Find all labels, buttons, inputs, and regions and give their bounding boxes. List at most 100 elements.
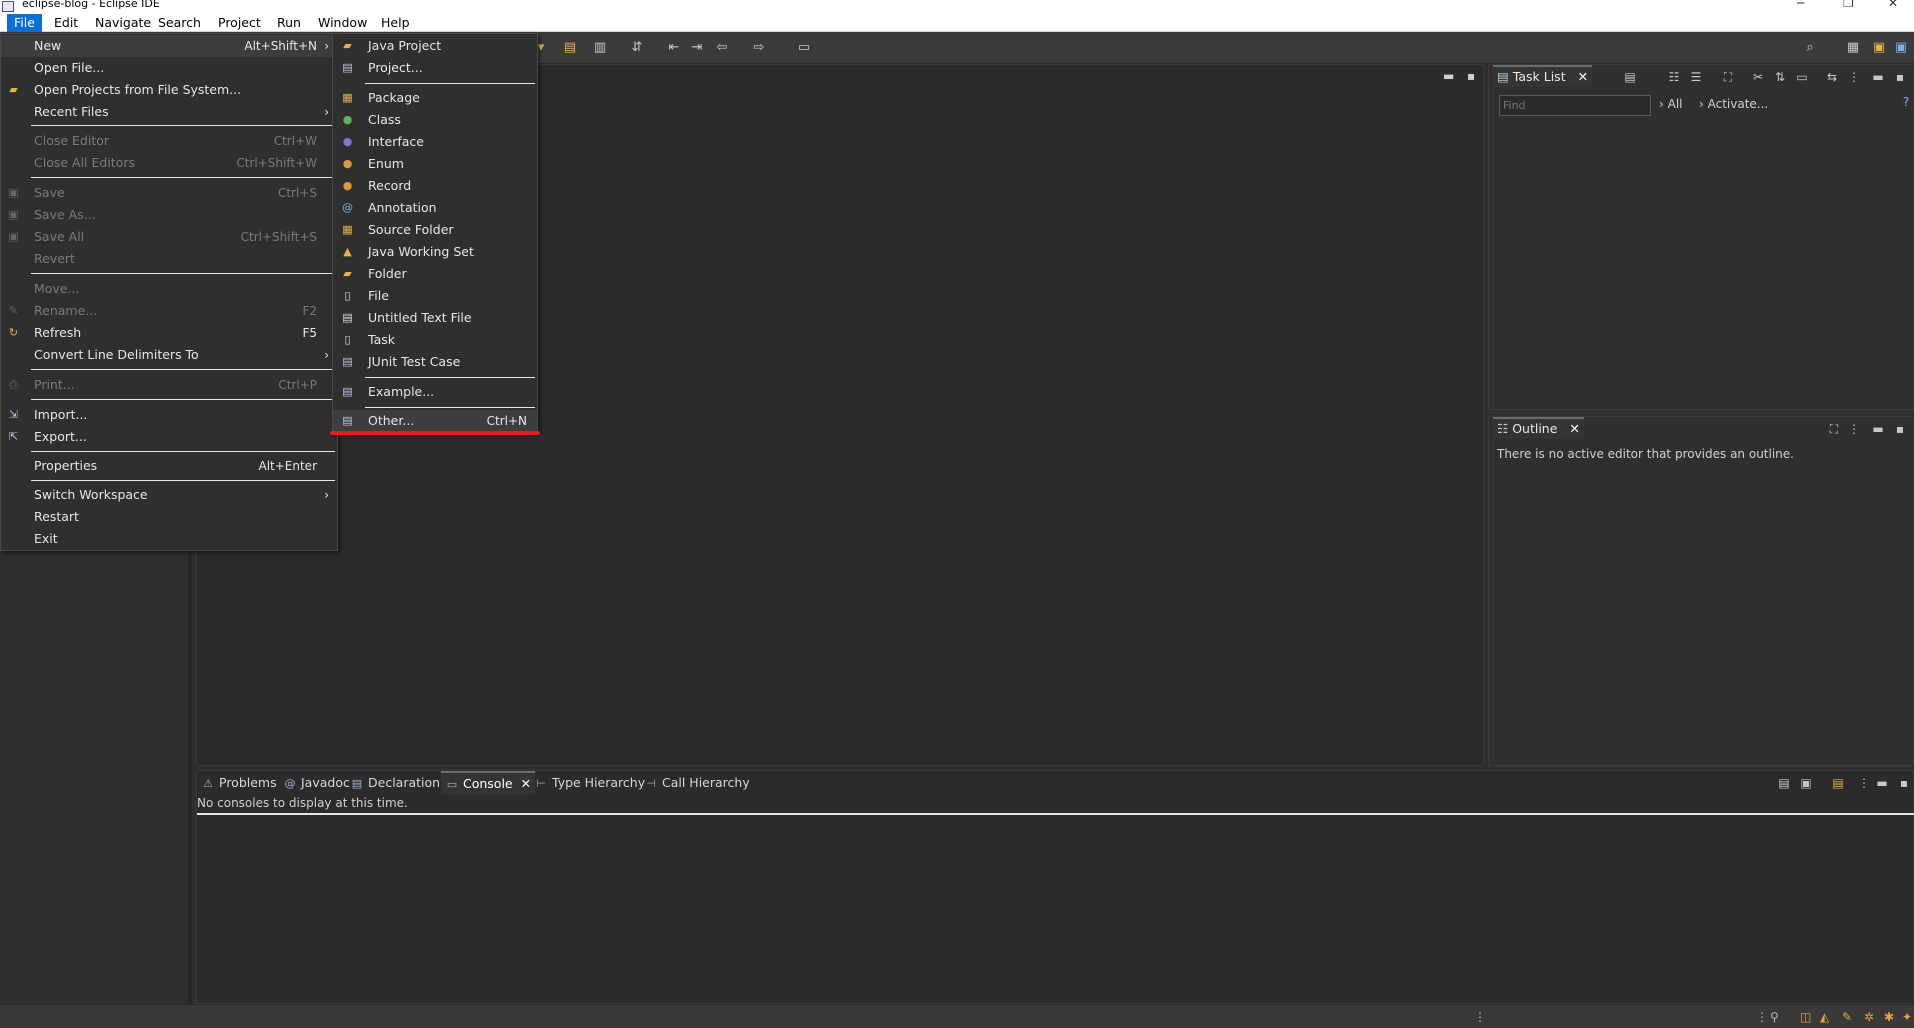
last-edit-icon[interactable]: ⇤ (667, 41, 681, 55)
activate-link[interactable]: › Activate... (1699, 97, 1768, 111)
menu-item-properties[interactable]: Properties Alt+Enter (1, 455, 337, 477)
next-annotation-icon[interactable]: ⇥ (690, 41, 704, 55)
find-input[interactable] (1499, 95, 1651, 116)
heap-icon[interactable]: ⚲ (1770, 1010, 1779, 1024)
update-icon[interactable]: ✎ (1842, 1010, 1852, 1024)
display-console-icon[interactable]: ▣ (1799, 776, 1813, 790)
menu-item-junit-test-case[interactable]: ▤ JUnit Test Case (333, 351, 537, 373)
tab-declaration[interactable]: ▤ Declaration (350, 771, 440, 795)
menu-item-restart[interactable]: Restart (1, 506, 337, 528)
java-ee-perspective-icon[interactable]: ▣ (1872, 41, 1886, 55)
filter-all-link[interactable]: › All (1659, 97, 1683, 111)
focus-icon[interactable]: ✂ (1751, 70, 1765, 84)
menu-item-class[interactable]: ● Class (333, 109, 537, 131)
view-menu-icon[interactable]: ⋮ (1857, 776, 1871, 790)
menu-item-rename[interactable]: ✎ Rename... F2 (1, 300, 337, 322)
forward-icon[interactable]: ⇨ (752, 41, 766, 55)
menu-item-close-all-editors[interactable]: Close All Editors Ctrl+Shift+W (1, 152, 337, 174)
menu-navigate[interactable]: Navigate (88, 14, 158, 32)
menu-window[interactable]: Window (311, 14, 374, 32)
notification-icon[interactable]: ✱ (1884, 1010, 1894, 1024)
tab-task-list[interactable]: ▤ Task List ✕ (1493, 65, 1593, 87)
menu-project[interactable]: Project (211, 14, 268, 32)
menu-edit[interactable]: Edit (47, 14, 85, 32)
menu-item-switch-workspace[interactable]: Switch Workspace › (1, 484, 337, 506)
sync-icon[interactable]: ⇅ (1773, 70, 1787, 84)
menu-run[interactable]: Run (270, 14, 308, 32)
minimize-editor-icon[interactable]: ▬ (1443, 69, 1454, 83)
categorized-icon[interactable]: ☷ (1667, 70, 1681, 84)
menu-item-package[interactable]: ▦ Package (333, 87, 537, 109)
close-icon[interactable]: ✕ (1569, 421, 1579, 436)
menu-file[interactable]: File (7, 14, 42, 32)
close-icon[interactable]: ✕ (521, 776, 531, 791)
settings-icon[interactable]: ✲ (1864, 1010, 1874, 1024)
minimize-window-icon[interactable]: ─ (1797, 0, 1804, 10)
hide-completed-icon[interactable]: ⛶ (1721, 70, 1735, 84)
close-icon[interactable]: ✕ (1578, 69, 1588, 84)
lightbulb-icon[interactable]: ✦ (1902, 1010, 1912, 1024)
menu-item-exit[interactable]: Exit (1, 528, 337, 550)
maximize-view-icon[interactable]: ▪ (1897, 776, 1911, 790)
menu-item-export[interactable]: ⇱ Export... (1, 426, 337, 448)
close-window-icon[interactable]: ✕ (1888, 0, 1898, 10)
tab-type-hierarchy[interactable]: ⊢ Type Hierarchy (534, 771, 645, 795)
maximize-view-icon[interactable]: ▪ (1893, 70, 1907, 84)
minimize-view-icon[interactable]: ▬ (1871, 422, 1885, 436)
menu-item-save-as[interactable]: ▣ Save As... (1, 204, 337, 226)
tips-icon[interactable]: ◫ (1800, 1010, 1811, 1024)
menu-item-import[interactable]: ⇲ Import... (1, 404, 337, 426)
tab-javadoc[interactable]: @ Javadoc (283, 771, 350, 795)
menu-item-java-working-set[interactable]: ▲ Java Working Set (333, 241, 537, 263)
scheduled-icon[interactable]: ☰ (1689, 70, 1703, 84)
menu-item-new[interactable]: New Alt+Shift+N › (1, 35, 337, 57)
menu-item-interface[interactable]: ● Interface (333, 131, 537, 153)
menu-item-recent-files[interactable]: Recent Files › (1, 101, 337, 123)
menu-item-record[interactable]: ● Record (333, 175, 537, 197)
menu-item-task[interactable]: ▯ Task (333, 329, 537, 351)
java-perspective-icon[interactable]: ▣ (1894, 41, 1908, 55)
menu-item-java-project[interactable]: ▰ Java Project (333, 35, 537, 57)
menu-item-move[interactable]: Move... (1, 278, 337, 300)
annotation-nav-icon[interactable]: ⇵ (630, 41, 644, 55)
tab-call-hierarchy[interactable]: ⊣ Call Hierarchy (644, 771, 750, 795)
tab-outline[interactable]: ☷ Outline ✕ (1493, 417, 1584, 439)
restore-window-icon[interactable]: ❐ (1843, 0, 1854, 10)
menu-item-close-editor[interactable]: Close Editor Ctrl+W (1, 130, 337, 152)
menu-item-enum[interactable]: ● Enum (333, 153, 537, 175)
menu-item-project[interactable]: ▤ Project... (333, 57, 537, 79)
back-icon[interactable]: ⇦ (715, 41, 729, 55)
menu-item-revert[interactable]: Revert (1, 248, 337, 270)
open-type-icon[interactable]: ▤ (563, 41, 577, 55)
menu-item-save-all[interactable]: ▣ Save All Ctrl+Shift+S (1, 226, 337, 248)
menu-item-save[interactable]: ▣ Save Ctrl+S (1, 182, 337, 204)
minimize-view-icon[interactable]: ▬ (1871, 70, 1885, 84)
menu-item-other[interactable]: ▤ Other... Ctrl+N (333, 410, 537, 432)
search-toolbar-icon[interactable]: ▥ (593, 41, 607, 55)
open-perspective-icon[interactable]: ▦ (1846, 41, 1860, 55)
menu-item-untitled-text-file[interactable]: ▤ Untitled Text File (333, 307, 537, 329)
menu-item-open-file[interactable]: Open File... (1, 57, 337, 79)
menu-item-open-projects[interactable]: ▰ Open Projects from File System... (1, 79, 337, 101)
menu-help[interactable]: Help (374, 14, 417, 32)
collapse-all-icon[interactable]: ▭ (1795, 70, 1809, 84)
menu-item-print[interactable]: ⎙ Print... Ctrl+P (1, 374, 337, 396)
tutorial-icon[interactable]: ◭ (1820, 1010, 1829, 1024)
menu-item-annotation[interactable]: @ Annotation (333, 197, 537, 219)
menu-item-source-folder[interactable]: ▦ Source Folder (333, 219, 537, 241)
minimize-view-icon[interactable]: ▬ (1875, 776, 1889, 790)
pin-editor-icon[interactable]: ▭ (797, 41, 811, 55)
menu-item-folder[interactable]: ▰ Folder (333, 263, 537, 285)
link-icon[interactable]: ⇆ (1825, 70, 1839, 84)
menu-item-convert-line-delimiters[interactable]: Convert Line Delimiters To › (1, 344, 337, 366)
tab-console[interactable]: ▭ Console ✕ (441, 771, 536, 795)
menu-item-example[interactable]: ▤ Example... (333, 381, 537, 403)
pin-console-icon[interactable]: ▤ (1777, 776, 1791, 790)
view-menu-icon[interactable]: ⋮ (1847, 422, 1861, 436)
search-icon[interactable]: ⌕ (1803, 41, 1817, 55)
open-console-icon[interactable]: ▤ (1831, 776, 1845, 790)
new-task-icon[interactable]: ▤ (1623, 70, 1637, 84)
menu-item-refresh[interactable]: ↻ Refresh F5 (1, 322, 337, 344)
help-icon[interactable]: ? (1899, 95, 1913, 109)
menu-search[interactable]: Search (151, 14, 208, 32)
